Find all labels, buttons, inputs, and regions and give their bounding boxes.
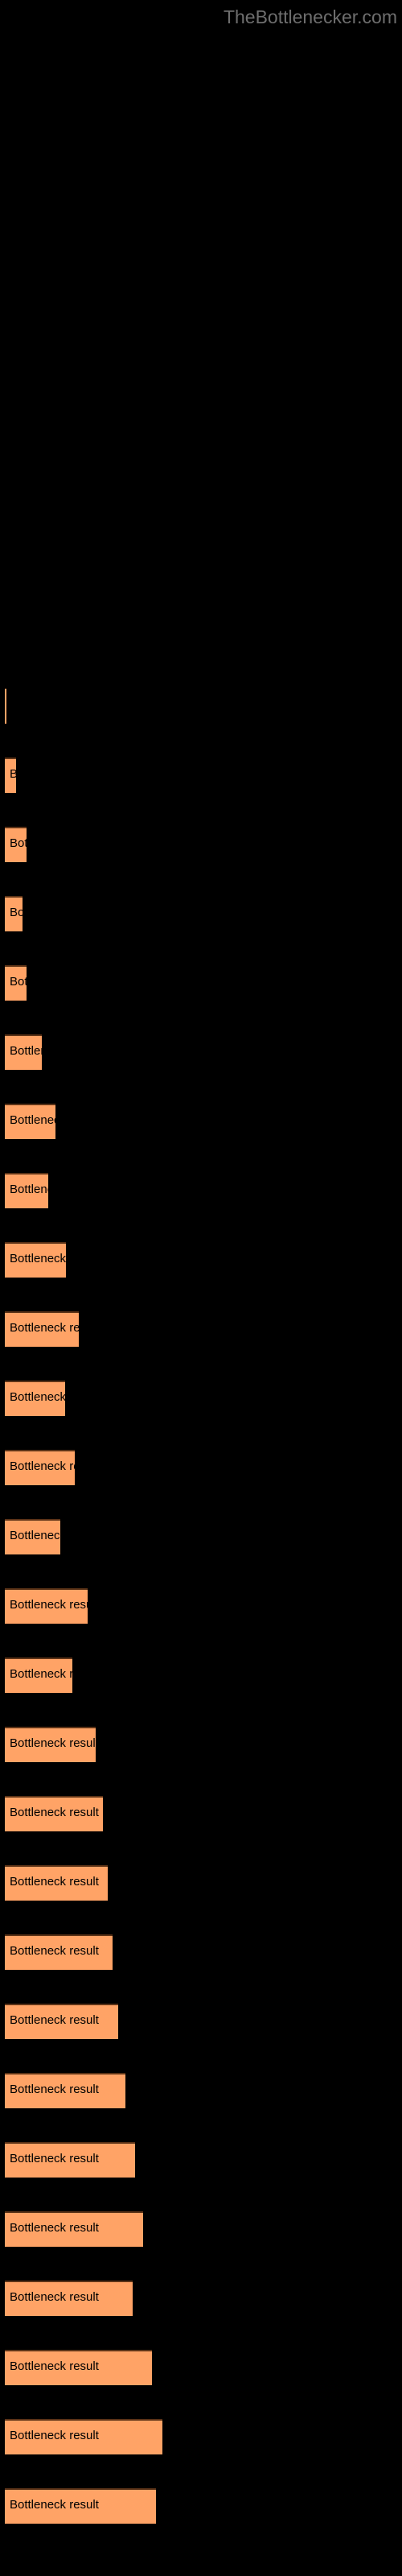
bar-label-clip: Bottleneck result	[5, 1242, 66, 1278]
bar-label-clip: Bottleneck result	[5, 2419, 162, 2454]
bar-label-clip: Bottleneck result	[5, 2073, 125, 2108]
bar-label-clip: Bottleneck result	[5, 1727, 96, 1762]
bar-row: Bottleneck result	[0, 896, 402, 931]
bar-label-clip: Bottleneck result	[5, 896, 23, 931]
bar-row: Bottleneck result	[0, 2142, 402, 2178]
bar-row: Bottleneck result	[0, 2419, 402, 2454]
bar-label: Bottleneck result	[10, 2429, 99, 2442]
bar-label-clip: Bottleneck result	[5, 1588, 88, 1624]
bar-row: Bottleneck result	[0, 1588, 402, 1624]
bottleneck-bar-chart: Bottleneck result Bottleneck result Bottle…	[0, 0, 402, 2576]
bar-row: Bottleneck result	[0, 2004, 402, 2039]
bar-row: Bottleneck result	[0, 1311, 402, 1347]
bar-label: Bottleneck result	[10, 906, 23, 919]
bar-label: Bottleneck result	[10, 975, 27, 989]
bar-label: Bottleneck result	[10, 1667, 72, 1681]
bar-label-clip: Bottleneck result	[5, 688, 6, 724]
bar-row: Bottleneck result	[0, 1173, 402, 1208]
bar-label-clip: Bottleneck result	[5, 2281, 133, 2316]
bar-label: Bottleneck result	[10, 2498, 99, 2512]
bar-row: Bottleneck result	[0, 2488, 402, 2524]
bar-label: Bottleneck result	[10, 1875, 99, 1889]
bar-row: Bottleneck result	[0, 1865, 402, 1901]
bar-label: Bottleneck result	[10, 1529, 60, 1542]
bar-label: Bottleneck result	[10, 2221, 99, 2235]
bar-label-clip: Bottleneck result	[5, 1034, 42, 1070]
bar-label: Bottleneck result	[10, 2290, 99, 2304]
bar-label: Bottleneck result	[10, 2013, 99, 2027]
bar-label: Bottleneck result	[10, 1321, 79, 1335]
bar-row: Bottleneck result	[0, 827, 402, 862]
bar-label-clip: Bottleneck result	[5, 1657, 72, 1693]
bar-label: Bottleneck result	[10, 1252, 66, 1265]
bar-row: Bottleneck result	[0, 758, 402, 793]
bar-label: Bottleneck result	[10, 1736, 96, 1750]
bar-row: Bottleneck result	[0, 1796, 402, 1831]
bar-row: Bottleneck result	[0, 2073, 402, 2108]
bar-row: Bottleneck result	[0, 1034, 402, 1070]
bar-row: Bottleneck result	[0, 1934, 402, 1970]
bar-label-clip: Bottleneck result	[5, 1381, 65, 1416]
bar-row: Bottleneck result	[0, 1242, 402, 1278]
bar-label-clip: Bottleneck result	[5, 2488, 156, 2524]
bar-label: Bottleneck result	[10, 1944, 99, 1958]
bar-label: Bottleneck result	[10, 1598, 88, 1612]
bar-label: Bottleneck result	[10, 2359, 99, 2373]
bar-label-clip: Bottleneck result	[5, 2142, 135, 2178]
bar-label: Bottleneck result	[10, 1044, 42, 1058]
bar-label: Bottleneck result	[10, 1806, 99, 1819]
bar-row: Bottleneck result	[0, 1381, 402, 1416]
bar-row: Bottleneck result	[0, 1519, 402, 1554]
bar-label-clip: Bottleneck result	[5, 2004, 118, 2039]
bar-row: Bottleneck result	[0, 1104, 402, 1139]
bar-label-clip: Bottleneck result	[5, 827, 27, 862]
bar-label-clip: Bottleneck result	[5, 758, 16, 793]
bar-row: Bottleneck result	[0, 965, 402, 1001]
bar-row: Bottleneck result	[0, 2211, 402, 2247]
bar-label-clip: Bottleneck result	[5, 1865, 108, 1901]
bar-row: Bottleneck result	[0, 2350, 402, 2385]
bar-label-clip: Bottleneck result	[5, 1450, 75, 1485]
bar-row: Bottleneck result	[0, 1727, 402, 1762]
bar-row: Bottleneck result	[0, 688, 402, 724]
bar-label: Bottleneck result	[10, 2083, 99, 2096]
bar-label-clip: Bottleneck result	[5, 2211, 143, 2247]
bar-label-clip: Bottleneck result	[5, 1519, 60, 1554]
bar-label: Bottleneck result	[10, 2152, 99, 2165]
bar-row: Bottleneck result	[0, 1450, 402, 1485]
bar-label-clip: Bottleneck result	[5, 1311, 79, 1347]
bar-label: Bottleneck result	[10, 836, 27, 850]
bar-label: Bottleneck result	[10, 767, 16, 781]
bar-label: Bottleneck result	[10, 1390, 65, 1404]
bar-row: Bottleneck result	[0, 2281, 402, 2316]
bar-label-clip: Bottleneck result	[5, 1104, 55, 1139]
bar-label-clip: Bottleneck result	[5, 2350, 152, 2385]
bar-label-clip: Bottleneck result	[5, 1934, 113, 1970]
bar-label-clip: Bottleneck result	[5, 965, 27, 1001]
bar-label-clip: Bottleneck result	[5, 1796, 103, 1831]
bar-label: Bottleneck result	[10, 1459, 75, 1473]
bar-label: Bottleneck result	[10, 1113, 55, 1127]
bar-label: Bottleneck result	[10, 1183, 48, 1196]
bar-row: Bottleneck result	[0, 1657, 402, 1693]
bar-label-clip: Bottleneck result	[5, 1173, 48, 1208]
